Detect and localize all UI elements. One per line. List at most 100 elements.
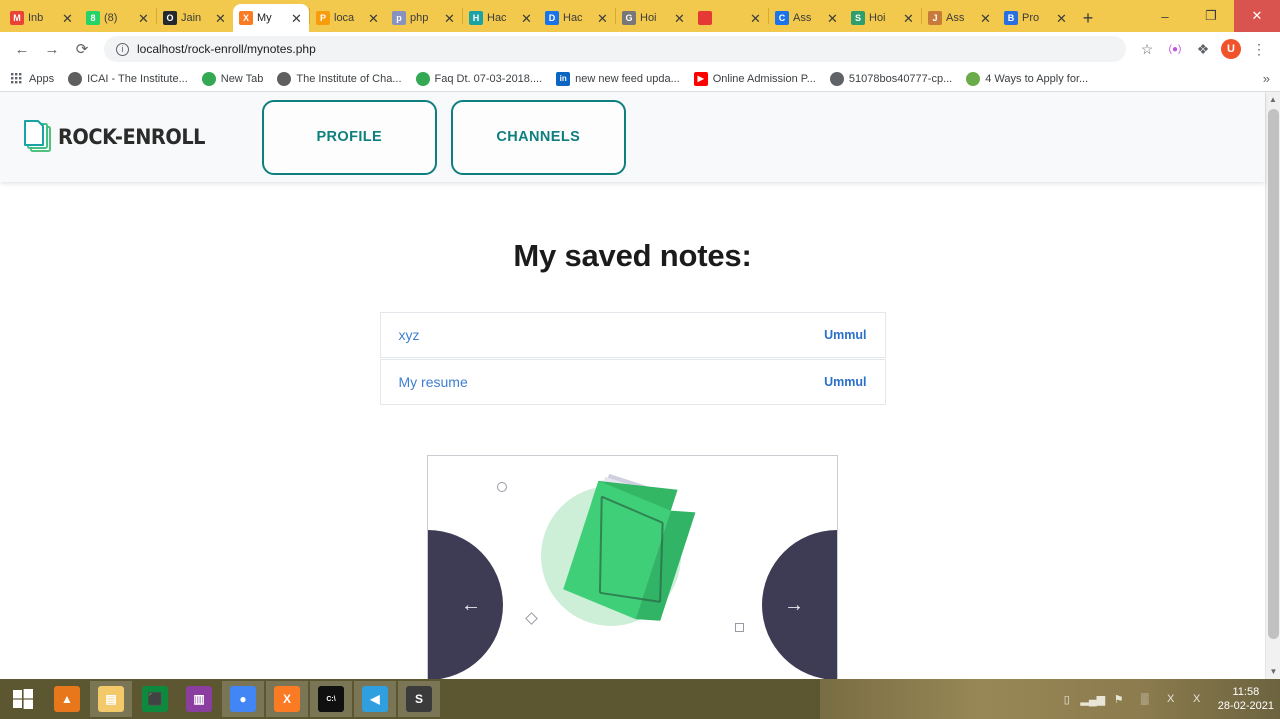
- tab-close-icon[interactable]: ✕: [291, 12, 303, 25]
- scroll-up-icon[interactable]: ▲: [1266, 92, 1280, 107]
- bookmark-item[interactable]: ICAI - The Institute...: [68, 71, 188, 86]
- bookmark-item[interactable]: New Tab: [201, 71, 263, 86]
- tab-label: My: [257, 12, 272, 24]
- tab-close-icon[interactable]: ✕: [62, 12, 74, 25]
- bookmark-item[interactable]: Apps: [10, 71, 55, 86]
- bookmark-item[interactable]: 51078bos40777-cp...: [829, 71, 952, 86]
- scroll-down-icon[interactable]: ▼: [1266, 664, 1280, 679]
- scrollbar-thumb[interactable]: [1268, 109, 1279, 639]
- taskbar-item[interactable]: S: [398, 681, 440, 717]
- windows-start-icon[interactable]: [0, 679, 46, 719]
- tab-close-icon[interactable]: ✕: [138, 12, 150, 25]
- browser-tab[interactable]: Ploca ✕: [310, 4, 386, 32]
- record-icon: [698, 11, 712, 25]
- bookmark-star-icon[interactable]: ☆: [1134, 36, 1160, 62]
- back-icon[interactable]: ←: [8, 35, 36, 63]
- tab-close-icon[interactable]: ✕: [215, 12, 227, 25]
- address-bar[interactable]: i localhost/rock-enroll/mynotes.php: [104, 36, 1126, 62]
- taskbar-item[interactable]: ▤: [90, 681, 132, 717]
- tab-close-icon[interactable]: ✕: [903, 12, 915, 25]
- bookmark-item[interactable]: ▶ Online Admission P...: [693, 71, 816, 86]
- tab-close-icon[interactable]: ✕: [368, 12, 380, 25]
- tab-close-icon[interactable]: ✕: [444, 12, 456, 25]
- bookmarks-overflow-icon[interactable]: »: [1263, 71, 1270, 86]
- tab-label: loca: [334, 12, 355, 24]
- globe-icon: G: [622, 11, 636, 25]
- close-window-button[interactable]: ✕: [1234, 0, 1280, 32]
- browser-tab[interactable]: J Ass ✕: [922, 4, 998, 32]
- browser-tab[interactable]: B Pro ✕: [998, 4, 1074, 32]
- bookmark-item[interactable]: 4 Ways to Apply for...: [966, 71, 1088, 86]
- tab-close-icon[interactable]: ✕: [1056, 12, 1068, 25]
- browser-tab[interactable]: H Hac ✕: [463, 4, 539, 32]
- browser-tab[interactable]: D Hac ✕: [539, 4, 615, 32]
- browser-tab[interactable]: S Hoi ✕: [845, 4, 921, 32]
- tab-close-icon[interactable]: ✕: [827, 12, 839, 25]
- bookmark-item[interactable]: Faq Dt. 07-03-2018....: [415, 71, 542, 86]
- xampp-tray-icon[interactable]: X: [1188, 690, 1206, 708]
- tab-close-icon[interactable]: ✕: [674, 12, 686, 25]
- signal-bars-icon[interactable]: ▂▄▆: [1080, 690, 1105, 708]
- browser-tab[interactable]: 8 (8) ✕: [80, 4, 156, 32]
- cast-icon[interactable]: (●): [1162, 36, 1188, 62]
- taskbar-item[interactable]: ▥: [178, 681, 220, 717]
- tab-close-icon[interactable]: ✕: [750, 12, 762, 25]
- carousel-next-button[interactable]: →: [762, 530, 837, 679]
- globe-icon: [829, 71, 844, 86]
- browser-tab[interactable]: X My ✕: [233, 4, 309, 32]
- taskbar-clock[interactable]: 11:58 28-02-2021: [1218, 685, 1274, 713]
- tab-label: php: [410, 12, 429, 24]
- taskbar-item[interactable]: X: [266, 681, 308, 717]
- note-row[interactable]: My resume Ummul: [379, 359, 886, 405]
- browser-tab[interactable]: ✕: [692, 4, 768, 32]
- new-tab-button[interactable]: +: [1074, 4, 1102, 32]
- site-logo-text: ROCK-ENROLL: [58, 125, 206, 149]
- taskbar-item[interactable]: ⬛: [134, 681, 176, 717]
- bookmark-label: Apps: [29, 72, 55, 85]
- browser-tab[interactable]: M Inb ✕: [4, 4, 80, 32]
- browser-tab[interactable]: p php ✕: [386, 4, 462, 32]
- battery-icon[interactable]: ▯: [1058, 690, 1076, 708]
- browser-tab[interactable]: C Ass ✕: [769, 4, 845, 32]
- carousel-prev-button[interactable]: ←: [428, 530, 503, 679]
- php-icon: p: [392, 11, 406, 25]
- xampp-tray-icon-2[interactable]: X: [1162, 690, 1180, 708]
- site-logo[interactable]: ROCK-ENROLL: [22, 116, 218, 158]
- forward-icon[interactable]: →: [38, 35, 66, 63]
- vscode-icon: ◀: [362, 686, 388, 712]
- address-bar-url: localhost/rock-enroll/mynotes.php: [137, 42, 316, 56]
- flag-notify-icon[interactable]: ⚑: [1110, 690, 1128, 708]
- taskbar-item[interactable]: C:\: [310, 681, 352, 717]
- tab-close-icon[interactable]: ✕: [521, 12, 533, 25]
- network-apps-icon[interactable]: ▒: [1136, 690, 1154, 708]
- reload-icon[interactable]: ⟳: [68, 35, 96, 63]
- avatar[interactable]: U: [1218, 36, 1244, 62]
- note-title-link[interactable]: My resume: [399, 374, 825, 390]
- image-carousel[interactable]: ← →: [427, 455, 838, 679]
- taskbar-item[interactable]: ◀: [354, 681, 396, 717]
- extensions-icon[interactable]: ❖: [1190, 36, 1216, 62]
- green-shield-icon: S: [851, 11, 865, 25]
- tab-close-icon[interactable]: ✕: [597, 12, 609, 25]
- window-controls: – ❐ ✕: [1142, 0, 1280, 32]
- bookmark-item[interactable]: in new new feed upda...: [556, 71, 680, 86]
- minimize-button[interactable]: –: [1142, 0, 1188, 32]
- browser-tab[interactable]: G Hoi ✕: [616, 4, 692, 32]
- icai-icon: [277, 71, 292, 86]
- taskbar-item[interactable]: ▲: [46, 681, 88, 717]
- info-icon[interactable]: i: [116, 42, 129, 56]
- chrome-menu-icon[interactable]: ⋮: [1246, 36, 1272, 62]
- page-scrollbar[interactable]: ▲ ▼: [1265, 92, 1280, 679]
- note-title-link[interactable]: xyz: [399, 327, 825, 343]
- bookmark-item[interactable]: The Institute of Cha...: [277, 71, 402, 86]
- browser-tab[interactable]: O Jain ✕: [157, 4, 233, 32]
- taskbar-item[interactable]: ●: [222, 681, 264, 717]
- globe-icon: [201, 71, 216, 86]
- nav-button-channels[interactable]: CHANNELS: [450, 99, 626, 175]
- note-row[interactable]: xyz Ummul: [379, 312, 886, 358]
- note-author[interactable]: Ummul: [824, 375, 866, 389]
- note-author[interactable]: Ummul: [824, 328, 866, 342]
- nav-button-profile[interactable]: PROFILE: [261, 99, 437, 175]
- maximize-button[interactable]: ❐: [1188, 0, 1234, 32]
- tab-close-icon[interactable]: ✕: [980, 12, 992, 25]
